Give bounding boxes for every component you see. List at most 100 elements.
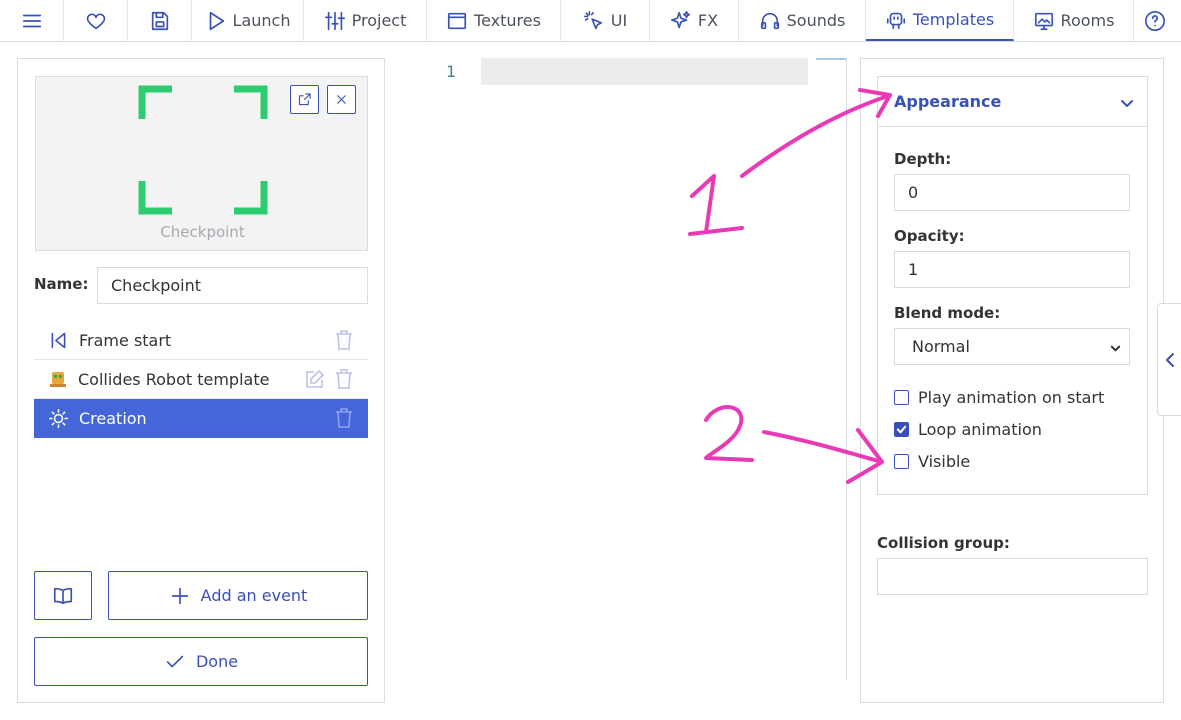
help-icon [1144, 10, 1165, 31]
current-line-highlight [481, 58, 808, 85]
tab-label: Launch [232, 11, 291, 30]
tab-label: Rooms [1060, 11, 1115, 30]
frame-start-icon [51, 332, 66, 348]
trash-icon [336, 330, 352, 350]
save-icon [151, 11, 168, 30]
event-label: Collides Robot template [78, 369, 270, 389]
template-preview: Checkpoint [35, 76, 368, 251]
event-item-frame-start[interactable]: Frame start [34, 321, 368, 360]
robot-icon [886, 12, 905, 29]
help-button[interactable] [1134, 0, 1175, 41]
open-texture-button[interactable] [290, 85, 319, 114]
checkbox-box[interactable] [894, 422, 909, 437]
chevron-down-icon [1121, 100, 1133, 107]
appearance-section: Appearance Depth: 0 Opacity: 1 Blend mod… [877, 76, 1148, 495]
event-item-collides-robot[interactable]: Collides Robot template [34, 360, 368, 399]
opacity-input[interactable]: 1 [894, 251, 1130, 288]
opacity-label: Opacity: [894, 227, 965, 245]
blend-mode-select[interactable]: Normal [894, 328, 1130, 365]
sun-icon [48, 408, 69, 429]
add-event-button[interactable]: Add an event [108, 571, 368, 620]
delete-event-button[interactable] [334, 407, 354, 429]
edit-icon [306, 369, 325, 388]
done-button[interactable]: Done [34, 637, 368, 686]
chevron-down-icon [1110, 345, 1121, 352]
tab-fx[interactable]: FX [650, 0, 739, 41]
plus-icon [171, 587, 188, 604]
checkbox-label: Loop animation [918, 420, 1042, 439]
preview-caption: Checkpoint [160, 223, 245, 241]
tab-label: Textures [474, 11, 541, 30]
event-list: Frame start Collides Robot template Crea… [34, 321, 368, 438]
collision-group-label: Collision group: [877, 534, 1010, 552]
patrons-button[interactable] [64, 0, 128, 41]
checkbox-label: Visible [918, 452, 971, 471]
tab-templates[interactable]: Templates [866, 0, 1014, 41]
template-name-input[interactable]: Checkpoint [97, 267, 368, 304]
tab-project[interactable]: Project [304, 0, 427, 41]
tab-label: FX [697, 11, 719, 30]
loop-animation-checkbox[interactable]: Loop animation [894, 420, 1042, 439]
template-panel: Checkpoint Name: Checkpoint Frame start … [17, 58, 385, 703]
robot-template-icon [50, 372, 66, 387]
line-number: 1 [446, 62, 456, 81]
book-icon [53, 587, 73, 604]
textures-icon [447, 12, 467, 29]
delete-event-button[interactable] [334, 368, 354, 390]
close-icon [337, 95, 346, 104]
trash-icon [336, 408, 352, 428]
depth-input[interactable]: 0 [894, 174, 1130, 211]
event-label: Creation [79, 409, 147, 428]
play-icon [209, 11, 224, 30]
visible-checkbox[interactable]: Visible [894, 452, 970, 471]
tab-label: Templates [912, 10, 995, 29]
trash-icon [336, 369, 352, 389]
play-animation-checkbox[interactable]: Play animation on start [894, 388, 1104, 407]
code-editor[interactable]: 1 [401, 58, 847, 703]
tab-textures[interactable]: Textures [427, 0, 561, 41]
tab-label: UI [610, 11, 628, 30]
depth-label: Depth: [894, 150, 952, 168]
hamburger-menu-icon [22, 14, 41, 27]
collapse-panel-button[interactable] [1157, 303, 1181, 416]
checkmark-icon [166, 655, 184, 667]
checkbox-label: Play animation on start [918, 388, 1105, 407]
blend-mode-label: Blend mode: [894, 304, 1001, 322]
checkmark-icon [896, 425, 907, 434]
appearance-header[interactable]: Appearance [878, 77, 1147, 127]
top-navigation: Launch Project Textures UI FX Sounds Tem… [0, 0, 1181, 42]
tab-label: Project [351, 11, 407, 30]
tab-sounds[interactable]: Sounds [739, 0, 866, 41]
external-link-icon [298, 93, 311, 106]
delete-event-button[interactable] [334, 329, 354, 351]
blend-mode-value: Normal [912, 337, 970, 356]
event-item-creation[interactable]: Creation [34, 399, 368, 438]
editor-scrollbar[interactable] [846, 58, 847, 680]
appearance-title: Appearance [894, 92, 1002, 111]
done-label: Done [195, 652, 239, 671]
headphones-icon [760, 12, 779, 29]
collision-group-input[interactable] [877, 558, 1148, 595]
docs-button[interactable] [34, 571, 92, 620]
checkbox-box[interactable] [894, 454, 909, 469]
tab-rooms[interactable]: Rooms [1014, 0, 1134, 41]
chevron-left-icon [1165, 352, 1174, 367]
checkpoint-sprite [138, 85, 268, 215]
heart-icon [86, 13, 105, 29]
edit-event-button[interactable] [304, 368, 326, 390]
minimap-marker [816, 58, 846, 60]
checkbox-box[interactable] [894, 390, 909, 405]
menu-button[interactable] [0, 0, 64, 41]
save-button[interactable] [128, 0, 192, 41]
properties-panel: Appearance Depth: 0 Opacity: 1 Blend mod… [860, 58, 1164, 703]
cursor-click-icon [583, 10, 602, 29]
sparkles-icon [670, 10, 690, 28]
image-rooms-icon [1034, 12, 1053, 30]
sliders-icon [324, 11, 345, 30]
add-event-label: Add an event [200, 586, 308, 605]
remove-texture-button[interactable] [327, 85, 356, 114]
tab-launch[interactable]: Launch [192, 0, 304, 41]
name-label: Name: [34, 275, 89, 293]
event-label: Frame start [79, 330, 172, 350]
tab-ui[interactable]: UI [561, 0, 650, 41]
